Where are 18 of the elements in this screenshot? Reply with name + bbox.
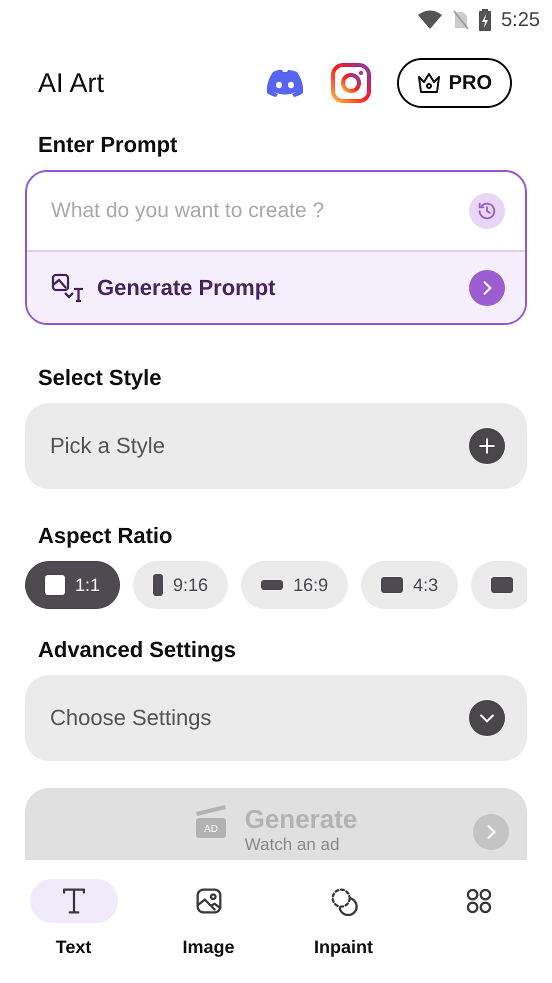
aspect-ratio-chip[interactable]: 16:9 [241,561,348,609]
aspect-ratio-chip[interactable]: 1:1 [25,561,120,609]
nav-tab[interactable]: Inpaint [284,878,404,983]
status-time: 5:25 [501,8,540,32]
style-picker[interactable]: Pick a Style [25,403,527,489]
section-heading: Select Style [37,365,163,391]
generate-sublabel: Watch an ad [244,835,340,855]
pro-button[interactable]: PRO [396,58,512,108]
section-heading: Advanced Settings [37,637,238,663]
section-heading: Aspect Ratio [37,523,174,549]
settings-dropdown[interactable]: Choose Settings [25,675,527,761]
generate-prompt-button[interactable]: Generate Prompt [27,250,525,323]
app-title: AI Art [38,68,106,98]
aspect-ratio-chip[interactable]: 9:16 [133,561,228,609]
aspect-ratio-chip[interactable]: 4:3 [361,561,458,609]
section-heading: Enter Prompt [37,132,178,158]
nav-tab[interactable]: Text [14,878,134,983]
nav-tab[interactable]: Image [148,878,268,983]
